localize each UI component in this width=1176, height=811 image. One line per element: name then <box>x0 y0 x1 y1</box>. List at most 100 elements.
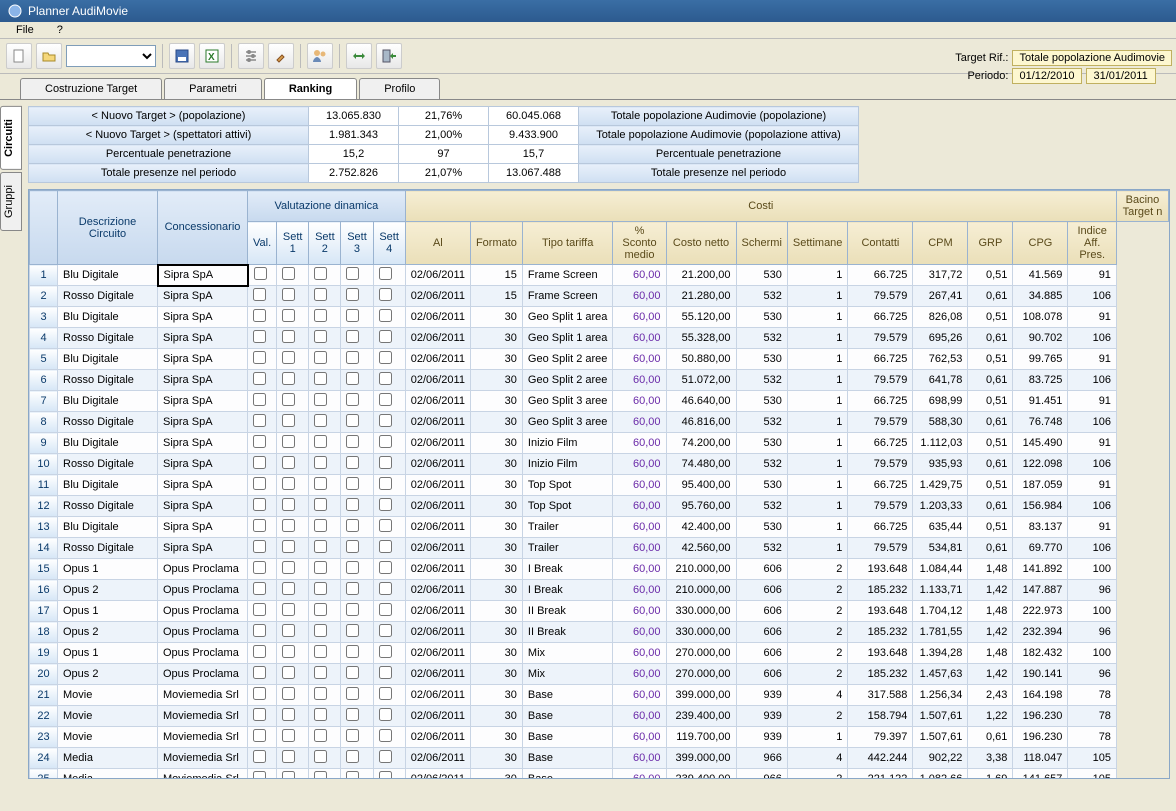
checkbox-sett3[interactable] <box>346 330 359 343</box>
cell-sett1-check[interactable] <box>277 307 309 328</box>
cell-indice[interactable]: 106 <box>1068 454 1117 475</box>
cell-sett1-check[interactable] <box>277 706 309 727</box>
tab-costruzione-target[interactable]: Costruzione Target <box>20 78 162 99</box>
cell-val-check[interactable] <box>248 475 277 496</box>
cell-netto[interactable]: 239.400,00 <box>666 706 736 727</box>
col-sett2[interactable]: Sett 2 <box>309 222 341 265</box>
cell-settimane[interactable]: 1 <box>787 454 848 475</box>
cell-cpm[interactable]: 317,72 <box>913 265 968 286</box>
checkbox-sett2[interactable] <box>314 393 327 406</box>
cell-netto[interactable]: 55.328,00 <box>666 328 736 349</box>
cell-descrizione[interactable]: Blu Digitale <box>58 433 158 454</box>
cell-al[interactable]: 02/06/2011 <box>405 475 470 496</box>
cell-cpm[interactable]: 267,41 <box>913 286 968 307</box>
cell-descrizione[interactable]: Rosso Digitale <box>58 286 158 307</box>
cell-schermi[interactable]: 606 <box>736 559 787 580</box>
table-row[interactable]: 11Blu DigitaleSipra SpA02/06/201130Top S… <box>30 475 1169 496</box>
cell-al[interactable]: 02/06/2011 <box>405 412 470 433</box>
cell-sconto[interactable]: 60,00 <box>613 706 666 727</box>
cell-schermi[interactable]: 606 <box>736 601 787 622</box>
cell-concessionario[interactable]: Sipra SpA <box>158 370 248 391</box>
cell-indice[interactable]: 106 <box>1068 412 1117 433</box>
cell-sconto[interactable]: 60,00 <box>613 496 666 517</box>
cell-descrizione[interactable]: Opus 1 <box>58 643 158 664</box>
excel-icon[interactable]: X <box>199 43 225 69</box>
col-concessionario[interactable]: Concessionario <box>158 191 248 265</box>
cell-formato[interactable]: 30 <box>470 475 522 496</box>
cell-contatti[interactable]: 193.648 <box>848 601 913 622</box>
checkbox-val[interactable] <box>253 603 266 616</box>
checkbox-sett2[interactable] <box>314 477 327 490</box>
cell-sett2-check[interactable] <box>309 580 341 601</box>
cell-concessionario[interactable]: Sipra SpA <box>158 328 248 349</box>
cell-sconto[interactable]: 60,00 <box>613 559 666 580</box>
toolbar-combo[interactable] <box>66 45 156 67</box>
table-row[interactable]: 7Blu DigitaleSipra SpA02/06/201130Geo Sp… <box>30 391 1169 412</box>
cell-netto[interactable]: 46.816,00 <box>666 412 736 433</box>
cell-settimane[interactable]: 4 <box>787 748 848 769</box>
side-tab-circuiti[interactable]: Circuiti <box>0 106 22 170</box>
cell-formato[interactable]: 30 <box>470 727 522 748</box>
cell-sconto[interactable]: 60,00 <box>613 601 666 622</box>
checkbox-sett2[interactable] <box>314 414 327 427</box>
cell-descrizione[interactable]: Opus 1 <box>58 601 158 622</box>
checkbox-sett2[interactable] <box>314 456 327 469</box>
cell-netto[interactable]: 50.880,00 <box>666 349 736 370</box>
cell-al[interactable]: 02/06/2011 <box>405 664 470 685</box>
cell-concessionario[interactable]: Sipra SpA <box>158 265 248 286</box>
cell-descrizione[interactable]: Blu Digitale <box>58 265 158 286</box>
cell-grp[interactable]: 1,22 <box>968 706 1013 727</box>
cell-sett2-check[interactable] <box>309 643 341 664</box>
cell-cpm[interactable]: 1.112,03 <box>913 433 968 454</box>
cell-grp[interactable]: 0,61 <box>968 727 1013 748</box>
cell-cpm[interactable]: 762,53 <box>913 349 968 370</box>
cell-indice[interactable]: 106 <box>1068 328 1117 349</box>
cell-grp[interactable]: 0,61 <box>968 370 1013 391</box>
cell-descrizione[interactable]: Blu Digitale <box>58 391 158 412</box>
cell-concessionario[interactable]: Sipra SpA <box>158 454 248 475</box>
col-formato[interactable]: Formato <box>470 222 522 265</box>
cell-sett1-check[interactable] <box>277 538 309 559</box>
cell-sett3-check[interactable] <box>341 580 373 601</box>
cell-concessionario[interactable]: Opus Proclama <box>158 622 248 643</box>
cell-cpm[interactable]: 1.457,63 <box>913 664 968 685</box>
cell-sett2-check[interactable] <box>309 349 341 370</box>
cell-contatti[interactable]: 66.725 <box>848 307 913 328</box>
cell-schermi[interactable]: 939 <box>736 706 787 727</box>
cell-formato[interactable]: 30 <box>470 328 522 349</box>
checkbox-val[interactable] <box>253 645 266 658</box>
cell-descrizione[interactable]: Rosso Digitale <box>58 328 158 349</box>
tab-profilo[interactable]: Profilo <box>359 78 440 99</box>
cell-sett4-check[interactable] <box>373 328 405 349</box>
checkbox-sett1[interactable] <box>282 687 295 700</box>
cell-grp[interactable]: 0,51 <box>968 433 1013 454</box>
cell-tipo[interactable]: I Break <box>522 559 613 580</box>
cell-contatti[interactable]: 79.579 <box>848 538 913 559</box>
cell-sconto[interactable]: 60,00 <box>613 391 666 412</box>
cell-schermi[interactable]: 532 <box>736 454 787 475</box>
checkbox-sett1[interactable] <box>282 456 295 469</box>
cell-descrizione[interactable]: Rosso Digitale <box>58 370 158 391</box>
table-row[interactable]: 18Opus 2Opus Proclama02/06/201130II Brea… <box>30 622 1169 643</box>
cell-sett1-check[interactable] <box>277 475 309 496</box>
cell-formato[interactable]: 30 <box>470 454 522 475</box>
cell-grp[interactable]: 0,61 <box>968 286 1013 307</box>
cell-settimane[interactable]: 1 <box>787 433 848 454</box>
checkbox-sett1[interactable] <box>282 540 295 553</box>
checkbox-val[interactable] <box>253 498 266 511</box>
cell-indice[interactable]: 91 <box>1068 391 1117 412</box>
cell-netto[interactable]: 210.000,00 <box>666 559 736 580</box>
cell-sett3-check[interactable] <box>341 727 373 748</box>
cell-netto[interactable]: 21.280,00 <box>666 286 736 307</box>
checkbox-sett3[interactable] <box>346 687 359 700</box>
checkbox-sett3[interactable] <box>346 372 359 385</box>
cell-concessionario[interactable]: Sipra SpA <box>158 286 248 307</box>
cell-settimane[interactable]: 2 <box>787 664 848 685</box>
cell-descrizione[interactable]: Movie <box>58 685 158 706</box>
col-sconto[interactable]: % Sconto medio <box>613 222 666 265</box>
checkbox-sett2[interactable] <box>314 309 327 322</box>
cell-netto[interactable]: 42.400,00 <box>666 517 736 538</box>
cell-sconto[interactable]: 60,00 <box>613 622 666 643</box>
cell-cpg[interactable]: 141.892 <box>1013 559 1068 580</box>
cell-schermi[interactable]: 530 <box>736 475 787 496</box>
